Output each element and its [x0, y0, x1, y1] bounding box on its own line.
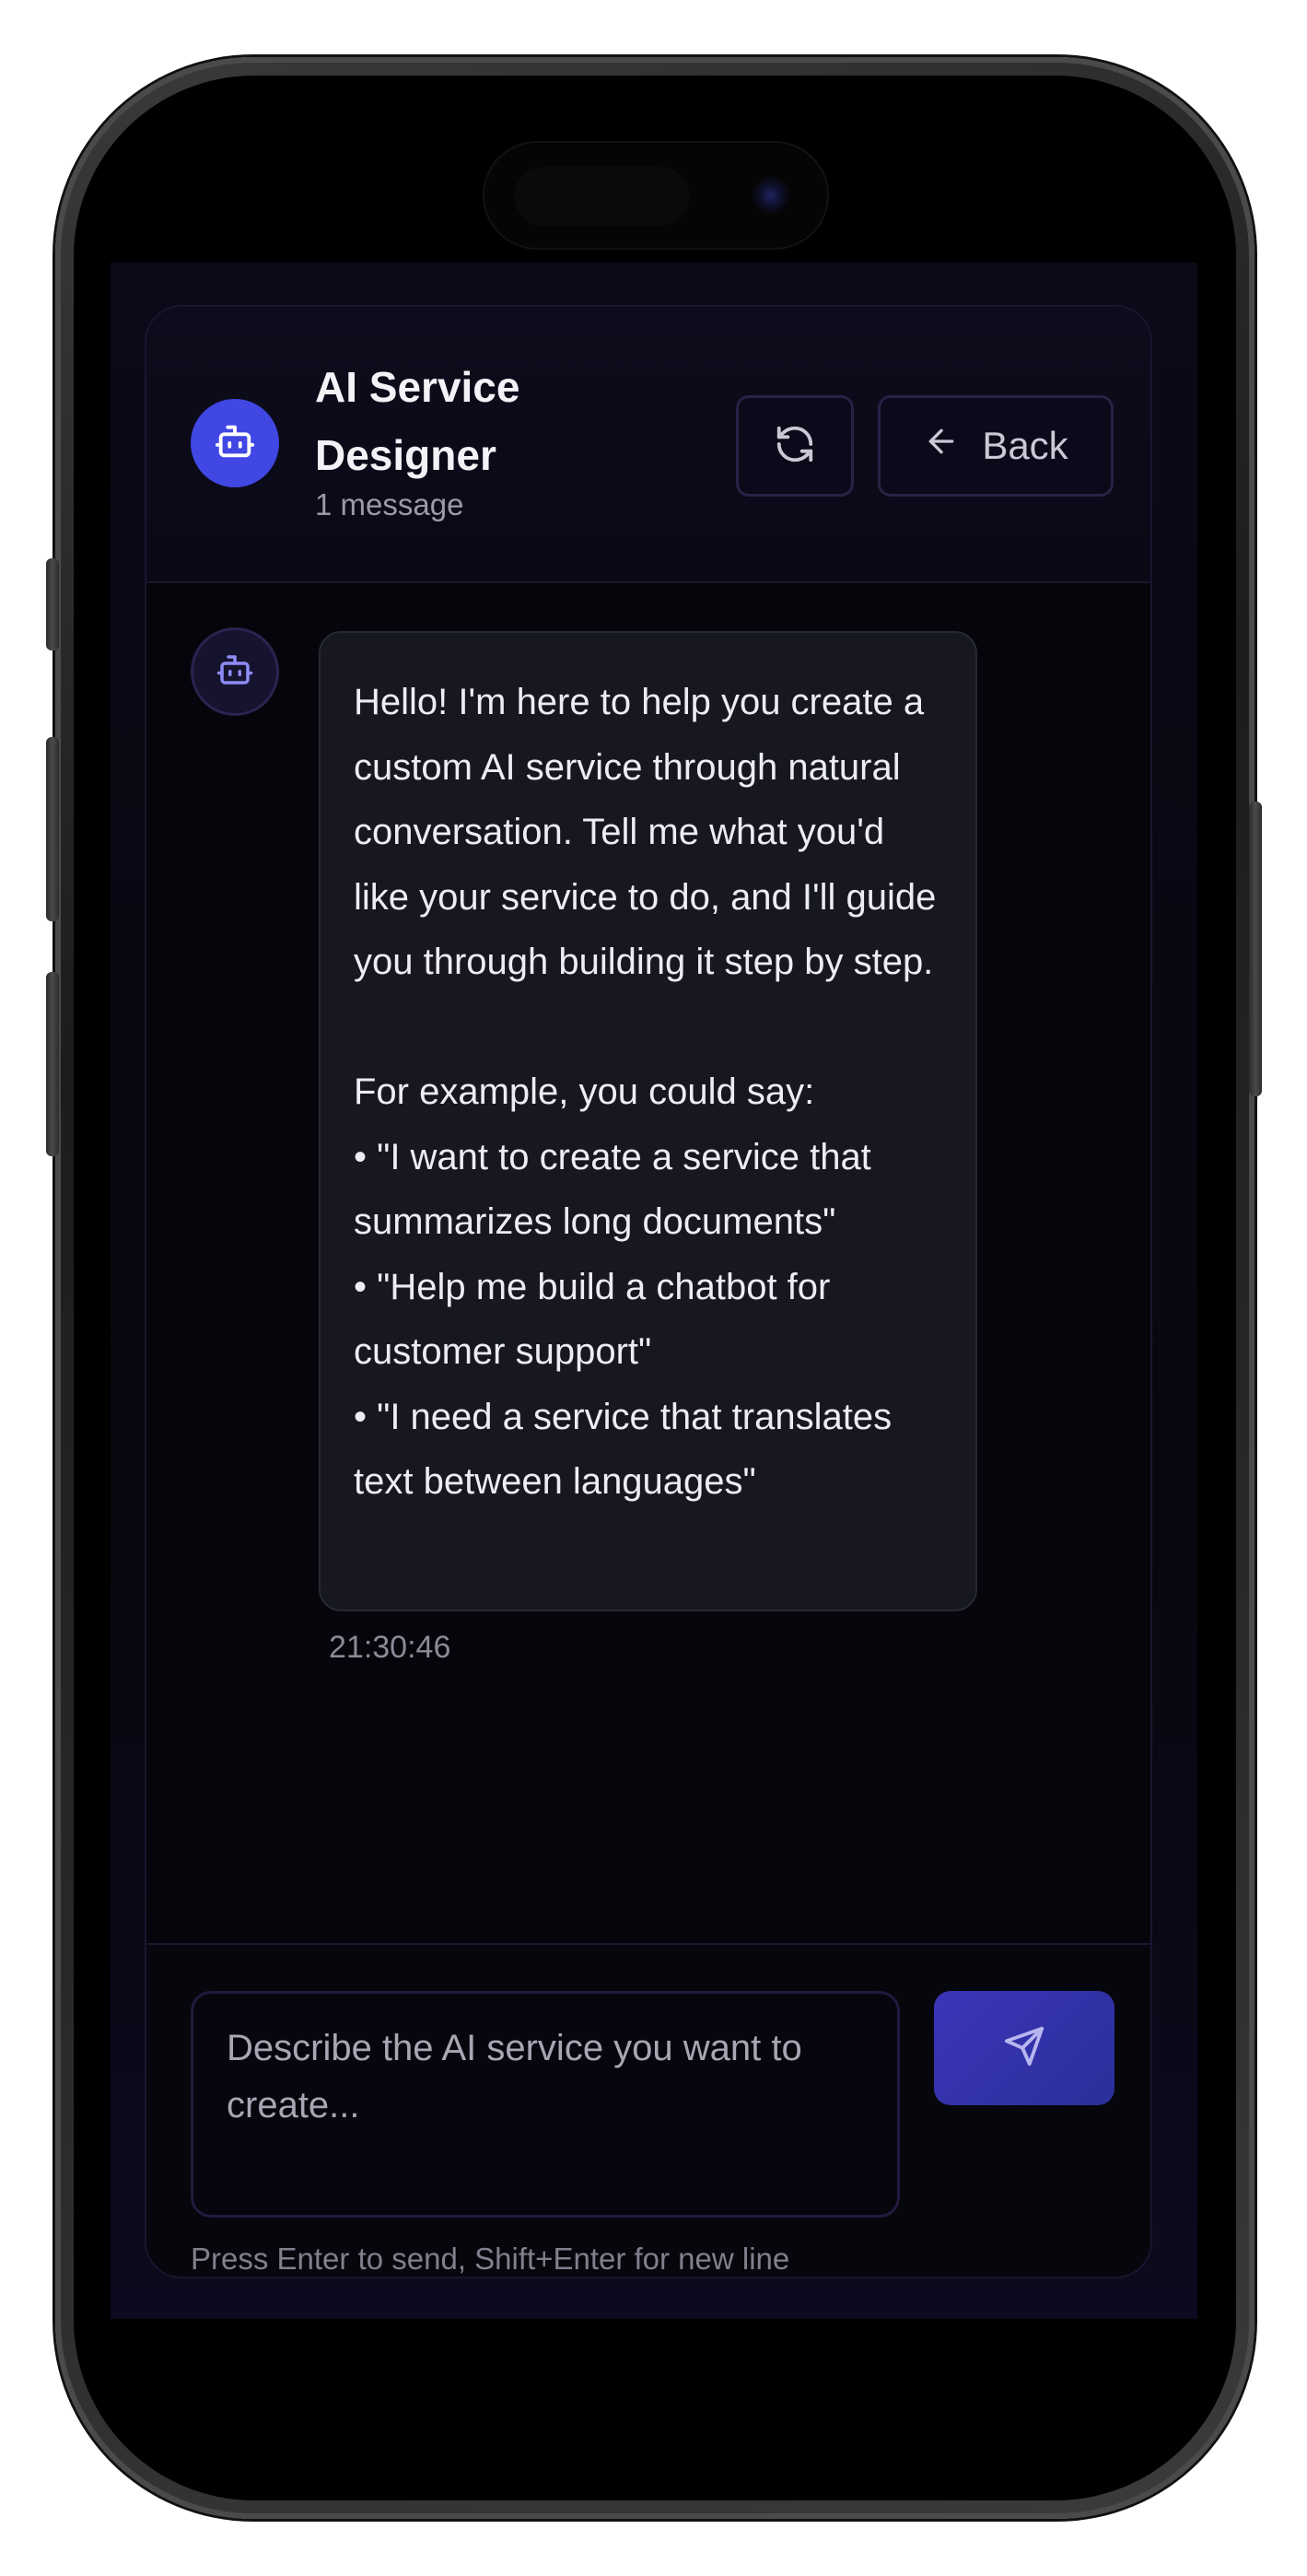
refresh-icon	[774, 423, 816, 470]
volume-up-button	[46, 737, 59, 921]
message-text: Hello! I'm here to help you create a cus…	[354, 682, 937, 1502]
chat-header: AI Service Designer 1 message Back	[146, 307, 1150, 583]
refresh-button[interactable]	[736, 395, 854, 497]
bot-icon	[216, 650, 254, 694]
title-block: AI Service Designer 1 message	[315, 353, 591, 522]
arrow-left-icon	[923, 423, 960, 469]
message-timestamp: 21:30:46	[329, 1630, 451, 1665]
message-list[interactable]: Hello! I'm here to help you create a cus…	[146, 585, 1150, 1943]
chat-app: AI Service Designer 1 message Back Hello…	[111, 263, 1197, 2319]
message-input[interactable]: Describe the AI service you want to crea…	[191, 1991, 900, 2218]
volume-down-button	[46, 972, 59, 1156]
power-button	[1249, 802, 1262, 1096]
back-button[interactable]: Back	[878, 395, 1114, 497]
action-button	[46, 558, 59, 650]
phone-screen: AI Service Designer 1 message Back Hello…	[111, 111, 1197, 2469]
chat-card: AI Service Designer 1 message Back Hello…	[145, 305, 1152, 2278]
island-sensor	[514, 167, 689, 226]
send-button[interactable]	[934, 1991, 1114, 2105]
home-indicator-area	[111, 2319, 1197, 2469]
composer-hint: Press Enter to send, Shift+Enter for new…	[191, 2242, 790, 2276]
assistant-message-bubble: Hello! I'm here to help you create a cus…	[319, 631, 977, 1611]
page-title: AI Service Designer	[315, 363, 520, 479]
message-composer: Describe the AI service you want to crea…	[146, 1943, 1150, 2277]
front-camera	[752, 176, 790, 215]
send-icon	[1003, 2025, 1045, 2072]
message-count: 1 message	[315, 487, 464, 521]
assistant-avatar	[191, 399, 279, 487]
message-avatar	[191, 627, 279, 716]
bot-icon	[214, 420, 256, 467]
back-button-label: Back	[982, 424, 1068, 467]
dynamic-island	[483, 141, 829, 250]
